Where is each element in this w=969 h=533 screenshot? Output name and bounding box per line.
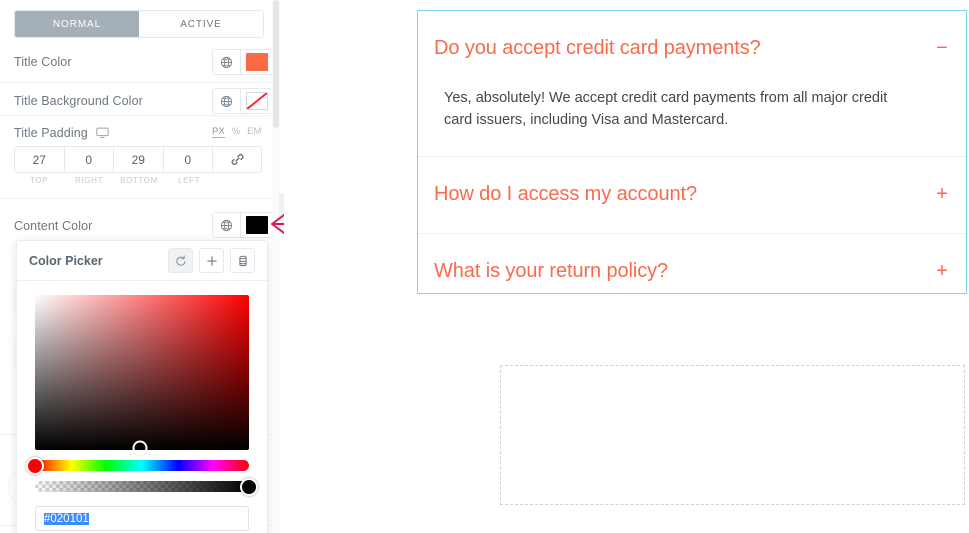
divider-1 <box>0 82 280 83</box>
unit-px[interactable]: PX <box>212 126 225 138</box>
panel-scrollbar-thumb[interactable] <box>273 0 279 128</box>
faq-question: Do you accept credit card payments? <box>434 37 761 59</box>
content-color-global-icon[interactable] <box>213 213 241 237</box>
color-picker-header: Color Picker <box>17 241 267 281</box>
title-padding-label: Title Padding <box>14 126 88 140</box>
divider-2 <box>0 115 280 116</box>
faq-toggle-icon[interactable]: − <box>934 38 950 58</box>
faq-item: What is your return policy? + <box>418 234 966 310</box>
faq-header[interactable]: How do I access my account? + <box>418 157 966 233</box>
faq-answer: Yes, absolutely! We accept credit card p… <box>444 90 888 129</box>
globe-icon <box>220 219 233 231</box>
faq-question: What is your return policy? <box>434 259 669 282</box>
globe-icon <box>220 95 233 107</box>
hue-slider-handle[interactable] <box>26 456 44 475</box>
padding-link-toggle[interactable] <box>213 147 261 172</box>
hue-slider[interactable] <box>26 456 249 475</box>
hex-color-input[interactable] <box>35 506 249 531</box>
padding-bottom-label: BOTTOM <box>120 176 158 185</box>
content-color-control <box>212 212 273 238</box>
color-picker-body <box>17 281 267 533</box>
padding-right-label: RIGHT <box>75 176 103 185</box>
padding-left-label: LEFT <box>178 176 200 185</box>
padding-left-input[interactable]: 0 <box>164 147 213 172</box>
padding-bottom-input[interactable]: 29 <box>114 147 164 172</box>
title-background-color-control <box>212 88 273 114</box>
stack-icon <box>238 255 247 266</box>
padding-right-input[interactable]: 0 <box>65 147 114 172</box>
undo-icon <box>175 254 185 266</box>
title-color-global-icon[interactable] <box>213 50 241 74</box>
padding-top-input[interactable]: 27 <box>15 147 65 172</box>
faq-header[interactable]: What is your return policy? + <box>418 234 966 310</box>
desktop-icon-glyph <box>96 127 109 139</box>
style-editor-panel: NORMAL ACTIVE Title Color Title Backgrou… <box>0 0 280 533</box>
divider-3 <box>0 198 280 199</box>
state-tab-group: NORMAL ACTIVE <box>14 10 264 38</box>
title-color-label: Title Color <box>14 55 72 69</box>
alpha-slider-handle[interactable] <box>240 477 258 496</box>
faq-question: How do I access my account? <box>434 182 697 205</box>
empty-section-dropzone[interactable] <box>500 365 965 505</box>
saturation-handle[interactable] <box>132 440 148 456</box>
unit-percent[interactable]: % <box>232 126 240 137</box>
page-canvas: Do you accept credit card payments? − Ye… <box>284 0 969 533</box>
content-color-label: Content Color <box>14 219 93 233</box>
globe-icon <box>220 56 233 68</box>
padding-input-group: 27 0 29 0 <box>14 146 262 173</box>
faq-toggle-icon[interactable]: + <box>934 261 950 281</box>
content-color-swatch-fill <box>245 216 268 234</box>
color-picker-popover: Color Picker <box>16 240 268 533</box>
color-picker-title: Color Picker <box>29 253 103 268</box>
title-color-swatch[interactable] <box>241 50 272 74</box>
reset-button[interactable] <box>168 248 193 273</box>
title-color-swatch-fill <box>245 53 268 71</box>
faq-accordion-widget: Do you accept credit card payments? − Ye… <box>417 10 967 294</box>
padding-top-label: TOP <box>29 176 49 185</box>
title-background-color-global-icon[interactable] <box>213 89 241 113</box>
padding-unit-switch: PX % EM <box>212 126 261 138</box>
add-swatch-button[interactable] <box>199 248 224 273</box>
content-color-swatch[interactable] <box>241 213 272 237</box>
swatch-library-button[interactable] <box>230 248 255 273</box>
saturation-value-area[interactable] <box>35 295 249 456</box>
desktop-icon[interactable] <box>96 126 109 144</box>
alpha-slider[interactable] <box>35 477 258 496</box>
faq-header[interactable]: Do you accept credit card payments? − <box>418 11 966 87</box>
transparent-swatch-icon <box>245 92 268 110</box>
title-background-color-swatch[interactable] <box>241 89 272 113</box>
padding-label-row: TOP RIGHT BOTTOM LEFT <box>14 176 262 185</box>
faq-item: Do you accept credit card payments? − Ye… <box>418 11 966 157</box>
title-background-color-label: Title Background Color <box>14 94 143 108</box>
faq-item: How do I access my account? + <box>418 157 966 234</box>
padding-label-spacer <box>214 176 262 185</box>
tab-active[interactable]: ACTIVE <box>139 11 263 37</box>
plus-icon <box>206 255 217 266</box>
title-color-control <box>212 49 273 75</box>
link-icon <box>231 154 243 165</box>
faq-toggle-icon[interactable]: + <box>934 184 950 204</box>
tab-normal[interactable]: NORMAL <box>15 11 139 37</box>
unit-em[interactable]: EM <box>247 126 261 137</box>
